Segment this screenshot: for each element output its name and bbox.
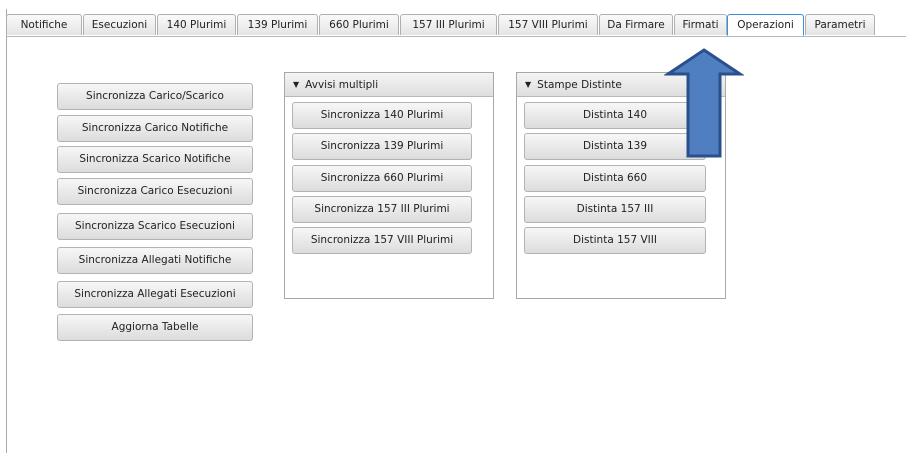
tab-bar: Notifiche Esecuzioni 140 Plurimi 139 Plu…	[6, 14, 906, 37]
tab-firmati[interactable]: Firmati	[674, 14, 727, 35]
triangle-down-icon: ▼	[293, 80, 300, 89]
tab-parametri[interactable]: Parametri	[805, 14, 875, 35]
sync-140-plurimi-button[interactable]: Sincronizza 140 Plurimi	[292, 102, 472, 129]
tab-esecuzioni[interactable]: Esecuzioni	[83, 14, 156, 35]
avvisi-multipli-title: Avvisi multipli	[305, 79, 379, 91]
tab-140-plurimi[interactable]: 140 Plurimi	[157, 14, 236, 35]
sync-scarico-notifiche-button[interactable]: Sincronizza Scarico Notifiche	[57, 146, 253, 173]
triangle-down-icon: ▼	[525, 80, 532, 89]
sync-allegati-notifiche-button[interactable]: Sincronizza Allegati Notifiche	[57, 247, 253, 274]
distinta-660-button[interactable]: Distinta 660	[524, 165, 706, 192]
sync-660-plurimi-button[interactable]: Sincronizza 660 Plurimi	[292, 165, 472, 192]
tab-157-iii-plurimi[interactable]: 157 III Plurimi	[400, 14, 497, 35]
tab-notifiche[interactable]: Notifiche	[6, 14, 82, 35]
aggiorna-tabelle-button[interactable]: Aggiorna Tabelle	[57, 314, 253, 341]
tab-da-firmare[interactable]: Da Firmare	[599, 14, 673, 35]
sync-157-iii-plurimi-button[interactable]: Sincronizza 157 III Plurimi	[292, 196, 472, 223]
distinta-157-iii-button[interactable]: Distinta 157 III	[524, 196, 706, 223]
sync-scarico-esecuzioni-button[interactable]: Sincronizza Scarico Esecuzioni	[57, 213, 253, 240]
sync-carico-notifiche-button[interactable]: Sincronizza Carico Notifiche	[57, 115, 253, 142]
stampe-distinte-title: Stampe Distinte	[537, 79, 622, 91]
distinta-157-viii-button[interactable]: Distinta 157 VIII	[524, 227, 706, 254]
avvisi-multipli-header[interactable]: ▼ Avvisi multipli	[285, 73, 493, 97]
sync-139-plurimi-button[interactable]: Sincronizza 139 Plurimi	[292, 133, 472, 160]
tab-operazioni[interactable]: Operazioni	[727, 14, 804, 36]
sync-157-viii-plurimi-button[interactable]: Sincronizza 157 VIII Plurimi	[292, 227, 472, 254]
arrow-up-icon	[664, 48, 744, 158]
sync-carico-scarico-button[interactable]: Sincronizza Carico/Scarico	[57, 83, 253, 110]
sync-allegati-esecuzioni-button[interactable]: Sincronizza Allegati Esecuzioni	[57, 281, 253, 308]
sync-carico-esecuzioni-button[interactable]: Sincronizza Carico Esecuzioni	[57, 178, 253, 205]
tab-660-plurimi[interactable]: 660 Plurimi	[319, 14, 399, 35]
tab-157-viii-plurimi[interactable]: 157 VIII Plurimi	[498, 14, 598, 35]
tab-139-plurimi[interactable]: 139 Plurimi	[237, 14, 318, 35]
